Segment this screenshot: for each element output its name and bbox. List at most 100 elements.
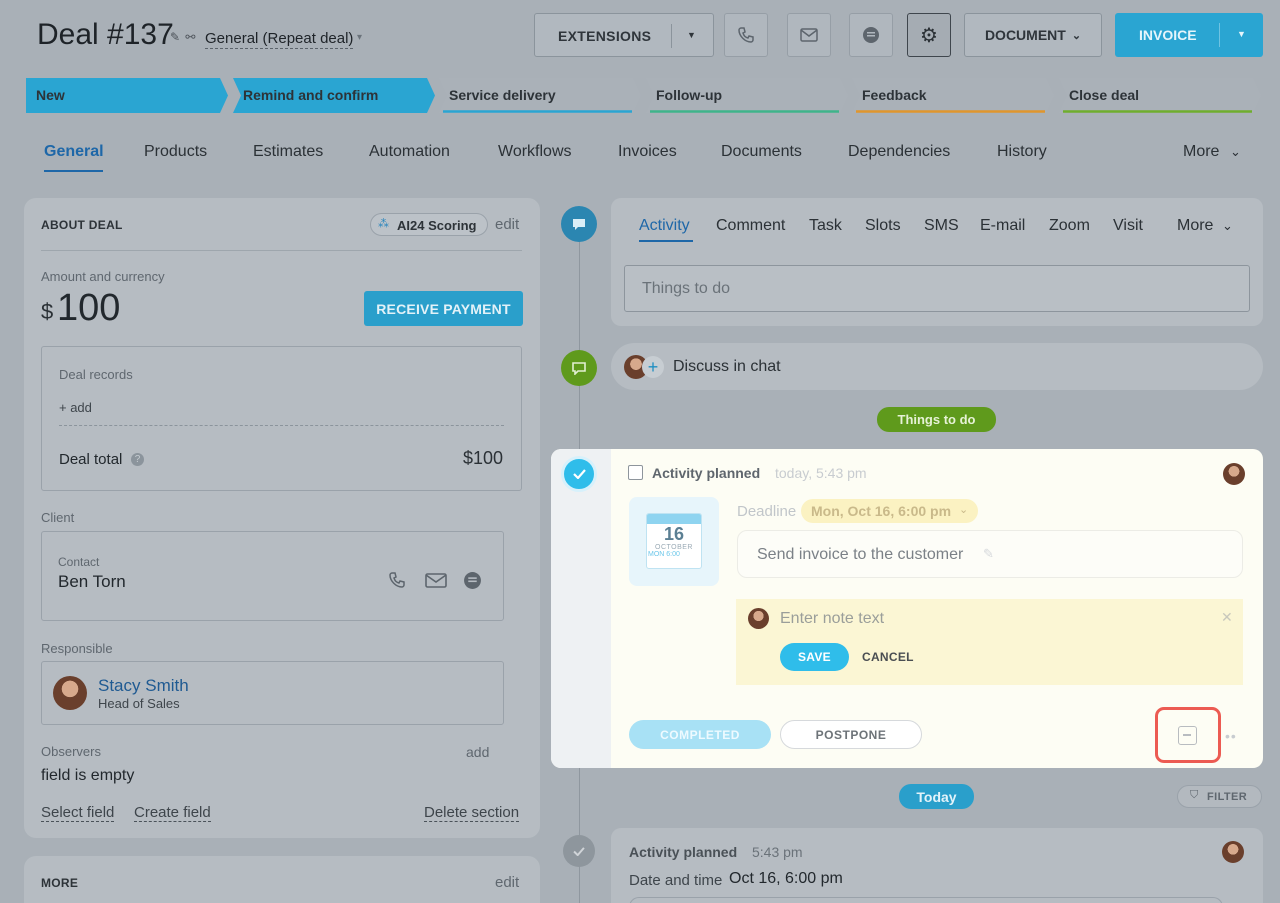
close-icon[interactable]: ✕: [1221, 609, 1233, 626]
calendar-icon: 16 OCTOBER MON 6:00: [646, 513, 702, 569]
extensions-button[interactable]: EXTENSIONS ▼: [534, 13, 714, 57]
delete-section-link[interactable]: Delete section: [424, 804, 520, 822]
timeline-tab-sms[interactable]: SMS: [924, 217, 959, 235]
filter-button[interactable]: ⛉ FILTER: [1177, 785, 1262, 808]
chevron-down-icon[interactable]: ▾: [357, 32, 362, 43]
tab-documents[interactable]: Documents: [721, 143, 802, 161]
activity-time: today, 5:43 pm: [775, 465, 867, 481]
phone-button[interactable]: [724, 13, 768, 57]
things-to-do-input[interactable]: Things to do: [624, 265, 1250, 312]
contact-email-icon[interactable]: [425, 573, 447, 593]
link-icon[interactable]: ⚯: [185, 30, 195, 44]
note-icon[interactable]: [1178, 726, 1197, 745]
chat-icon: [863, 27, 879, 43]
save-note-button[interactable]: SAVE: [780, 643, 849, 671]
edit-link[interactable]: edit: [495, 216, 519, 233]
invoice-button[interactable]: INVOICE ▼: [1115, 13, 1263, 57]
postpone-button[interactable]: POSTPONE: [780, 720, 922, 749]
chat-button[interactable]: [849, 13, 893, 57]
deal-records-label: Deal records: [59, 367, 133, 382]
timeline-tab-comment[interactable]: Comment: [716, 217, 785, 235]
activity-checkbox[interactable]: [628, 465, 643, 480]
chevron-down-icon[interactable]: ▼: [1237, 29, 1246, 39]
activity-description[interactable]: Send invoice to the customer ✎: [737, 530, 1243, 578]
pencil-icon[interactable]: ✎: [170, 30, 180, 44]
timeline-tab-task[interactable]: Task: [809, 217, 842, 235]
stage-3[interactable]: Follow-up: [646, 78, 848, 113]
timeline-discuss-dot: [561, 350, 597, 386]
active-tab-underline: [639, 240, 693, 242]
contact-chat-icon[interactable]: [463, 571, 482, 595]
envelope-icon: [800, 28, 818, 42]
stage-0[interactable]: New: [26, 78, 228, 113]
timeline-tab-more[interactable]: More: [1177, 217, 1213, 235]
chevron-down-icon: ⌄: [959, 504, 969, 516]
timeline-tab-slots[interactable]: Slots: [865, 217, 901, 235]
ai-scoring-badge[interactable]: ⁂ AI24 Scoring: [370, 213, 488, 236]
deal-type-selector[interactable]: General (Repeat deal): [205, 30, 354, 49]
responsible-name[interactable]: Stacy Smith: [98, 676, 189, 696]
discuss-chat-label[interactable]: Discuss in chat: [673, 358, 781, 376]
note-input[interactable]: Enter note text: [780, 610, 884, 628]
tab-automation[interactable]: Automation: [369, 143, 450, 161]
stage-label: New: [36, 87, 65, 103]
tab-dependencies[interactable]: Dependencies: [848, 143, 950, 161]
tab-more[interactable]: More: [1183, 143, 1219, 161]
nodes-icon: ⁂: [378, 218, 389, 230]
history-date-value: Oct 16, 6:00 pm: [729, 870, 843, 887]
tab-general[interactable]: General: [44, 143, 104, 161]
check-icon: [572, 469, 586, 479]
tab-invoices[interactable]: Invoices: [618, 143, 677, 161]
stage-label: Follow-up: [656, 87, 723, 103]
avatar: [1223, 463, 1245, 485]
more-dots-icon[interactable]: ••: [1225, 728, 1237, 744]
chevron-down-icon[interactable]: ⌄: [1230, 144, 1241, 160]
tab-estimates[interactable]: Estimates: [253, 143, 323, 161]
avatar: [53, 676, 87, 710]
deal-total-value: $100: [463, 448, 504, 468]
chevron-down-icon[interactable]: ⌄: [1222, 218, 1233, 234]
completed-button[interactable]: COMPLETED: [629, 720, 771, 749]
create-field-link[interactable]: Create field: [134, 804, 211, 822]
history-check-dot: [563, 835, 595, 867]
stage-2[interactable]: Service delivery: [439, 78, 641, 113]
add-record-link[interactable]: + add: [59, 400, 92, 415]
tab-workflows[interactable]: Workflows: [498, 143, 572, 161]
amount-value: 100: [57, 287, 121, 329]
tab-products[interactable]: Products: [144, 143, 207, 161]
stage-label: Service delivery: [449, 87, 556, 103]
help-icon[interactable]: ?: [131, 453, 144, 466]
document-button[interactable]: DOCUMENT ⌄: [964, 13, 1102, 57]
timeline-tab-zoom[interactable]: Zoom: [1049, 217, 1090, 235]
stage-4[interactable]: Feedback: [852, 78, 1054, 113]
responsible-role: Head of Sales: [98, 696, 180, 711]
message-icon: [572, 361, 586, 375]
chevron-down-icon[interactable]: ▼: [687, 30, 696, 40]
contact-phone-icon[interactable]: [388, 571, 406, 594]
more-edit-link[interactable]: edit: [495, 874, 519, 891]
cancel-note-button[interactable]: CANCEL: [862, 650, 914, 664]
contact-name[interactable]: Ben Torn: [58, 572, 126, 592]
deal-title: Deal #137: [37, 18, 174, 51]
timeline-tab-visit[interactable]: Visit: [1113, 217, 1143, 235]
things-to-do-badge: Things to do: [877, 407, 996, 432]
email-button[interactable]: [787, 13, 831, 57]
settings-button[interactable]: ⚙: [907, 13, 951, 57]
timeline-tab-e-mail[interactable]: E-mail: [980, 217, 1025, 235]
history-date-label: Date and time: [629, 872, 723, 889]
pencil-icon[interactable]: ✎: [983, 546, 994, 562]
client-label: Client: [41, 510, 75, 525]
receive-payment-button[interactable]: RECEIVE PAYMENT: [364, 291, 523, 326]
deadline-selector[interactable]: Mon, Oct 16, 6:00 pm ⌄: [801, 499, 978, 523]
observers-add-link[interactable]: add: [466, 744, 489, 760]
stage-5[interactable]: Close deal: [1059, 78, 1261, 113]
active-tab-underline: [44, 170, 103, 172]
timeline-tab-activity[interactable]: Activity: [639, 217, 690, 235]
today-badge: Today: [899, 784, 974, 809]
add-participant-icon[interactable]: +: [642, 356, 664, 378]
tab-history[interactable]: History: [997, 143, 1047, 161]
edit-title-icons[interactable]: ✎ ⚯: [170, 30, 195, 44]
contact-label: Contact: [58, 555, 100, 569]
stage-1[interactable]: Remind and confirm: [233, 78, 435, 113]
select-field-link[interactable]: Select field: [41, 804, 115, 822]
